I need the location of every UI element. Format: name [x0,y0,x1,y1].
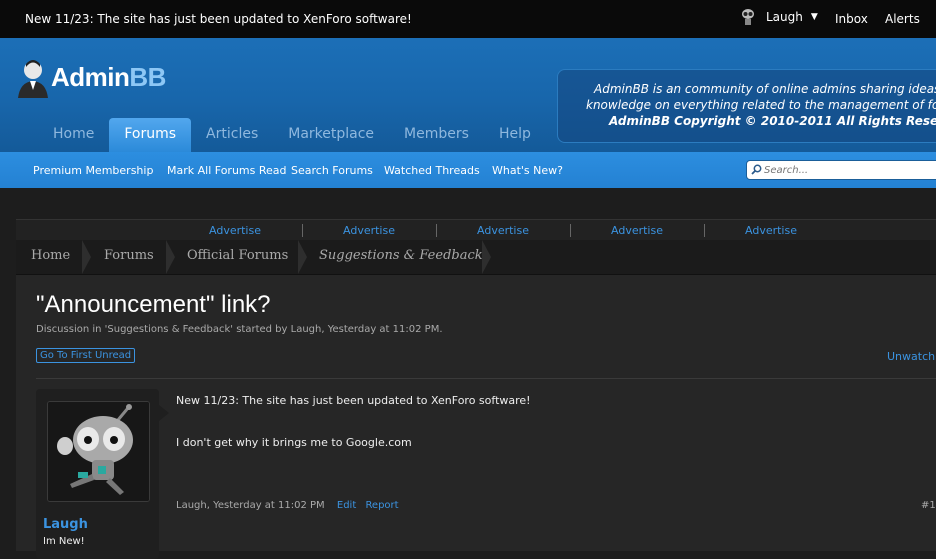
inbox-link[interactable]: Inbox [835,12,868,26]
post-message-line: I don't get why it brings me to Google.c… [176,436,412,449]
tab-forums[interactable]: Forums [109,118,192,152]
tab-articles[interactable]: Articles [191,118,273,152]
post-message-line: New 11/23: The site has just been update… [176,394,531,407]
breadcrumb-official-forums[interactable]: Official Forums [187,248,288,263]
thread-meta: Discussion in 'Suggestions & Feedback' s… [36,324,443,335]
post-author-block: Laugh Im New! [36,389,169,559]
thread-title: "Announcement" link? [36,291,271,318]
advertise-link[interactable]: Advertise [704,224,838,237]
chevron-down-icon: ▼ [810,12,818,22]
advertise-link[interactable]: Advertise [436,224,571,237]
username-label: Laugh [766,10,803,24]
forum-subnav: Premium Membership Mark All Forums Read … [0,152,936,188]
tab-members[interactable]: Members [389,118,484,152]
unwatch-thread-link[interactable]: Unwatch Thread [887,350,936,363]
tab-home[interactable]: Home [38,118,109,152]
subnav-premium-membership[interactable]: Premium Membership [33,164,153,177]
search-input[interactable] [764,161,932,179]
edit-post-link[interactable]: Edit [337,500,356,511]
breadcrumb-separator [298,240,307,274]
site-header: AdminBB AdminBB is an community of onlin… [0,38,936,152]
site-notice: New 11/23: The site has just been update… [25,12,412,26]
logo-wordmark: AdminBB [51,62,166,93]
subnav-whats-new[interactable]: What's New? [492,164,563,177]
post-author-date: Laugh, Yesterday at 11:02 PM [176,500,325,511]
advertise-bar: Advertise Advertise Advertise Advertise … [16,219,936,241]
site-logo[interactable]: AdminBB [16,56,186,100]
admin-person-icon [18,60,48,98]
author-arrow [159,405,169,421]
site-tagline: AdminBB is an community of online admins… [557,69,936,143]
tagline-line-1: AdminBB is an community of online admins… [594,82,936,96]
advertise-link[interactable]: Advertise [302,224,437,237]
breadcrumb: Home Forums Official Forums Suggestions … [16,240,936,275]
subnav-watched-threads[interactable]: Watched Threads [384,164,480,177]
advertise-link[interactable]: Advertise [168,224,303,237]
top-notice-bar: New 11/23: The site has just been update… [0,0,936,39]
logo-text-admin: Admin [51,62,130,92]
breadcrumb-suggestions-feedback[interactable]: Suggestions & Feedback [319,248,483,263]
user-avatar-icon [742,9,754,25]
post-number-link[interactable]: #1 [921,500,936,511]
breadcrumb-forums[interactable]: Forums [104,248,154,263]
avatar[interactable] [47,401,150,502]
search-box [746,160,936,180]
tagline-copyright: AdminBB Copyright © 2010-2011 All Rights… [609,114,936,128]
main-nav-tabs: Home Forums Articles Marketplace Members… [38,118,546,152]
search-icon [751,164,762,175]
breadcrumb-separator [482,240,491,274]
tab-marketplace[interactable]: Marketplace [273,118,389,152]
breadcrumb-home[interactable]: Home [31,248,70,263]
author-name-link[interactable]: Laugh [43,517,88,532]
tab-help[interactable]: Help [484,118,546,152]
subnav-mark-forums-read[interactable]: Mark All Forums Read [167,164,287,177]
post-footer: Laugh, Yesterday at 11:02 PM Edit Report [176,500,399,511]
divider [36,378,936,379]
tagline-line-2: knowledge on everything related to the m… [586,98,936,112]
go-to-first-unread-button[interactable]: Go To First Unread [36,348,136,363]
main-content: Advertise Advertise Advertise Advertise … [16,219,936,559]
breadcrumb-separator [166,240,175,274]
robot-avatar-icon [48,402,149,501]
breadcrumb-separator [82,240,91,274]
alerts-link[interactable]: Alerts [885,12,920,26]
logo-text-bb: BB [129,62,166,92]
report-post-link[interactable]: Report [365,500,398,511]
user-menu[interactable]: Laugh ▼ [738,7,818,27]
advertise-link[interactable]: Advertise [570,224,705,237]
author-user-title: Im New! [43,536,85,547]
subnav-search-forums[interactable]: Search Forums [291,164,373,177]
